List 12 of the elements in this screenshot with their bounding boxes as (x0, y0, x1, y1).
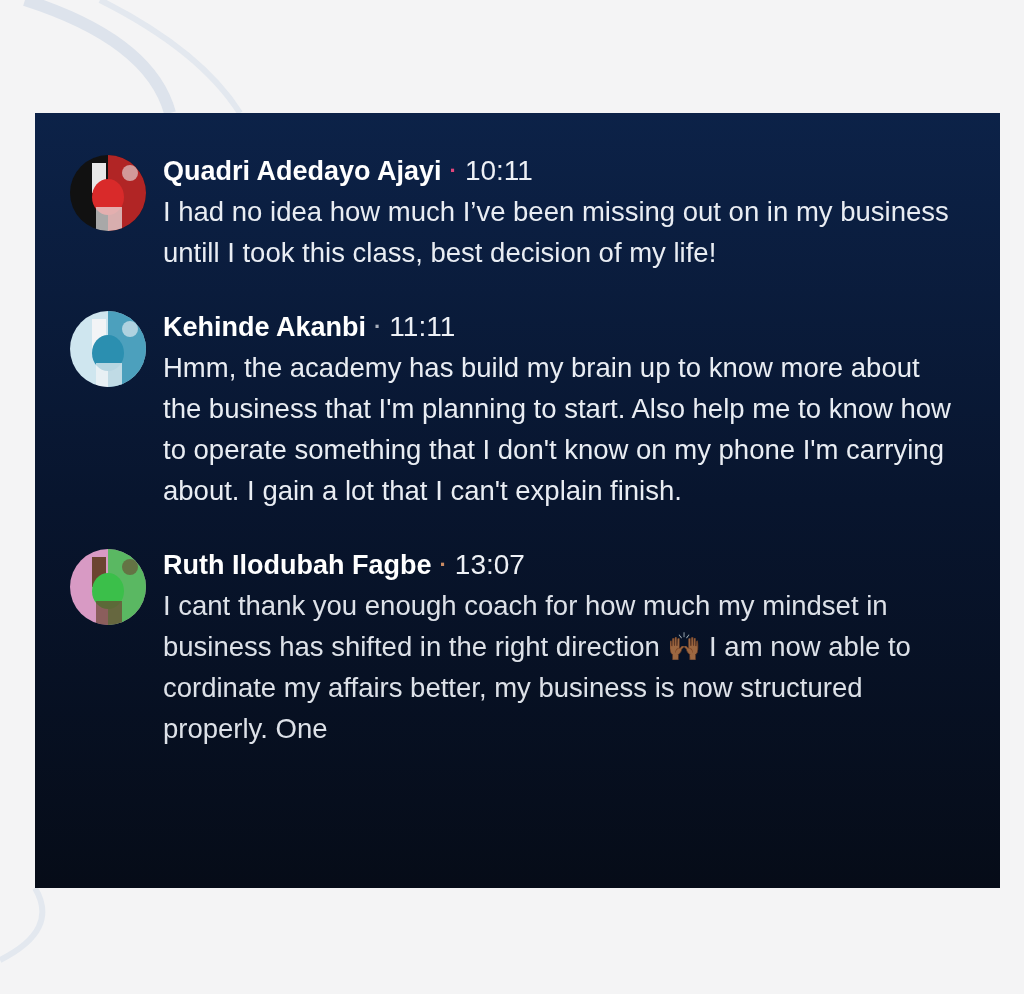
separator-dot: · (374, 314, 382, 340)
comment-time: 10:11 (464, 155, 533, 187)
author-name: Quadri Adedayo Ajayi (163, 155, 442, 187)
comment-time: 11:11 (389, 311, 456, 343)
author-name: Ruth Ilodubah Fagbe (163, 549, 432, 581)
author-name: Kehinde Akanbi (163, 311, 367, 343)
comment-text: Hmm, the academy has build my brain up to know more about the business that I'm planning to start. Also help me to know how to operate something that I don't know on my phone I'm carrying about. I gain a lot that I can't explain finish. (163, 351, 952, 508)
comment-text: I cant thank you enough coach for how much my mindset in business has shifted in the right direction 🙌🏾 I am now able to cordinate my affairs better, my business is now structured properly. One (163, 589, 912, 746)
separator-dot: · (449, 158, 457, 184)
comment-text: I had no idea how much I’ve been missing out on in my business untill I took this class, best decision of my life! (163, 195, 950, 270)
separator-dot: · (439, 552, 447, 578)
comment-time: 13:07 (454, 549, 525, 581)
